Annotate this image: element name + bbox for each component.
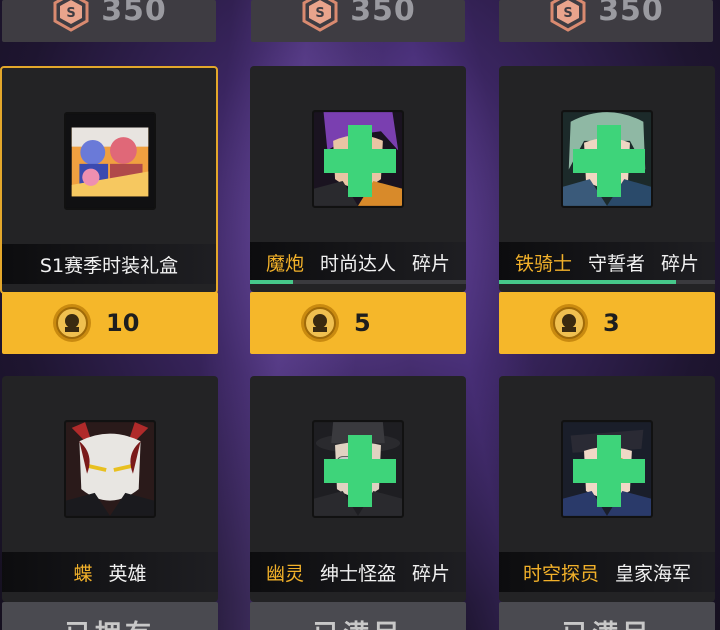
item-name-bar: 铁骑士 守誓者 碎片 [499, 242, 715, 282]
buy-button-1[interactable]: 10 [2, 292, 218, 354]
shard-progress-bar [499, 280, 715, 284]
price-amount: 5 [354, 309, 371, 337]
gold-coin-icon [301, 304, 339, 342]
item-type: 碎片 [661, 252, 700, 275]
item-name-bar: 魔炮 时尚达人 碎片 [250, 242, 466, 282]
owned-status-bar: 已拥有 [2, 602, 218, 630]
item-name-bar: S1赛季时装礼盒 [2, 244, 216, 284]
top-price-value: 350 [598, 0, 664, 28]
skin-name: 绅士怪盗 [319, 562, 396, 585]
status-label: 已满足 [313, 614, 403, 630]
hero-name: 铁骑士 [514, 252, 572, 275]
item-name-bar: 幽灵 绅士怪盗 碎片 [250, 552, 466, 592]
price-amount: 10 [106, 309, 140, 337]
shop-item-die-hero[interactable]: 蝶 英雄 [2, 376, 218, 602]
shop-item-mopao-fashion-shard[interactable]: 魔炮 时尚达人 碎片 [250, 66, 466, 292]
skin-name: 守誓者 [587, 252, 645, 275]
hero-name: 时空探员 [522, 562, 599, 585]
skin-name: 时尚达人 [319, 252, 396, 275]
price-amount: 3 [603, 309, 620, 337]
gold-coin-icon [53, 304, 91, 342]
shard-progress-fill [499, 280, 677, 284]
green-cross-shard-icon [573, 125, 645, 197]
item-thumbnail [64, 112, 156, 210]
shard-progress-bar [250, 280, 466, 284]
svg-text:S: S [564, 6, 573, 21]
green-cross-shard-icon [573, 435, 645, 507]
item-type: 碎片 [412, 252, 451, 275]
item-thumbnail [561, 110, 653, 208]
fulfilled-status-bar: 已满足 [250, 602, 466, 630]
gold-coin-icon [550, 304, 588, 342]
item-name-bar: 蝶 英雄 [2, 552, 218, 592]
svg-text:S: S [316, 6, 325, 21]
item-name: S1赛季时装礼盒 [39, 254, 179, 277]
item-thumbnail [312, 110, 404, 208]
shop-item-shikongtanyuan-royal-navy[interactable]: 时空探员 皇家海军 [499, 376, 715, 602]
top-price-bar-1[interactable]: S 350 [2, 0, 216, 42]
shop-item-youling-gentleman-thief-shard[interactable]: 幽灵 绅士怪盗 碎片 [250, 376, 466, 602]
item-thumbnail [64, 420, 156, 518]
costume-box-icon [66, 114, 154, 208]
buy-button-3[interactable]: 3 [499, 292, 715, 354]
skin-name: 皇家海军 [615, 562, 692, 585]
hero-portrait-die [66, 422, 154, 516]
item-type: 碎片 [412, 562, 451, 585]
item-thumbnail [312, 420, 404, 518]
hex-currency-icon: S [53, 0, 89, 32]
shop-item-tieqishi-oathkeeper-shard[interactable]: 铁骑士 守誓者 碎片 [499, 66, 715, 292]
shard-progress-fill [250, 280, 294, 284]
shop-item-s1-costume-box[interactable]: S1赛季时装礼盒 [0, 66, 218, 294]
skin-name: 英雄 [108, 562, 147, 585]
hex-currency-icon: S [550, 0, 586, 32]
top-price-bar-3[interactable]: S 350 [499, 0, 713, 42]
fulfilled-status-bar: 已满足 [499, 602, 715, 630]
top-price-value: 350 [350, 0, 416, 28]
buy-button-2[interactable]: 5 [250, 292, 466, 354]
green-cross-shard-icon [324, 125, 396, 197]
hex-currency-icon: S [302, 0, 338, 32]
status-label: 已满足 [562, 614, 652, 630]
hero-name: 幽灵 [265, 562, 304, 585]
top-price-bar-2[interactable]: S 350 [251, 0, 465, 42]
hero-name: 蝶 [73, 562, 93, 585]
item-name-bar: 时空探员 皇家海军 [499, 552, 715, 592]
green-cross-shard-icon [324, 435, 396, 507]
hero-name: 魔炮 [265, 252, 304, 275]
status-label: 已拥有 [65, 614, 155, 630]
item-thumbnail [561, 420, 653, 518]
top-price-value: 350 [101, 0, 167, 28]
svg-text:S: S [67, 6, 76, 21]
